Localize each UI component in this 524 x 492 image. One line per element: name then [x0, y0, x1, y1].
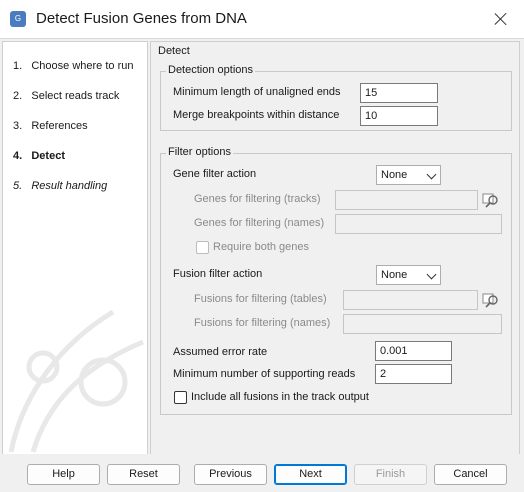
step-number: 4. — [13, 150, 23, 162]
genes-names-label: Genes for filtering (names) — [194, 217, 325, 229]
fusions-tables-input[interactable] — [343, 290, 478, 310]
min-supporting-reads-label: Minimum number of supporting reads — [173, 368, 356, 380]
include-all-fusions-checkbox[interactable] — [174, 391, 187, 404]
genes-names-input[interactable] — [335, 214, 502, 234]
chevron-down-icon — [426, 169, 437, 180]
merge-breakpoints-input[interactable]: 10 — [360, 106, 438, 126]
previous-button[interactable]: Previous — [194, 464, 267, 485]
step-select-reads-track[interactable]: 2. Select reads track — [13, 90, 119, 102]
close-icon[interactable] — [488, 6, 514, 32]
include-all-fusions-label: Include all fusions in the track output — [191, 391, 369, 403]
merge-breakpoints-label: Merge breakpoints within distance — [173, 109, 340, 121]
step-label: References — [31, 120, 88, 132]
step-detect[interactable]: 4. Detect — [13, 150, 65, 162]
browse-icon[interactable] — [482, 291, 500, 309]
next-button[interactable]: Next — [274, 464, 347, 485]
title-bar: G Detect Fusion Genes from DNA — [0, 0, 524, 38]
filter-options-legend: Filter options — [166, 146, 233, 158]
dialog-footer: Help Reset Previous Next Finish Cancel — [0, 454, 524, 492]
genes-tracks-input[interactable] — [335, 190, 478, 210]
fusions-names-label: Fusions for filtering (names) — [194, 317, 331, 329]
panel-title: Detect — [158, 45, 190, 57]
gene-filter-action-label: Gene filter action — [173, 168, 257, 180]
step-label: Select reads track — [31, 90, 120, 102]
chevron-down-icon — [426, 269, 437, 280]
genes-tracks-label: Genes for filtering (tracks) — [194, 193, 321, 205]
step-label: Choose where to run — [31, 60, 134, 72]
app-icon: G — [10, 11, 26, 27]
detect-panel: Detect Detection options Minimum length … — [150, 41, 520, 455]
detection-options-group: Detection options Minimum length of unal… — [160, 64, 512, 131]
step-references[interactable]: 3. References — [13, 120, 88, 132]
step-number: 1. — [13, 60, 23, 72]
error-rate-label: Assumed error rate — [173, 346, 268, 358]
fusions-names-input[interactable] — [343, 314, 502, 334]
require-both-genes-label: Require both genes — [213, 241, 310, 253]
reset-button[interactable]: Reset — [107, 464, 180, 485]
min-supporting-reads-input[interactable]: 2 — [375, 364, 452, 384]
step-label: Result handling — [31, 180, 108, 192]
fusion-filter-action-label: Fusion filter action — [173, 268, 263, 280]
min-unaligned-label: Minimum length of unaligned ends — [173, 86, 341, 98]
error-rate-input[interactable]: 0.001 — [375, 341, 452, 361]
browse-icon[interactable] — [482, 191, 500, 209]
gene-filter-action-value: None — [381, 169, 408, 181]
require-both-genes-checkbox[interactable] — [196, 241, 209, 254]
wizard-steps: 1. Choose where to run 2. Select reads t… — [2, 41, 148, 455]
step-number: 3. — [13, 120, 23, 132]
cancel-button[interactable]: Cancel — [434, 464, 507, 485]
fusion-filter-action-dropdown[interactable]: None — [376, 265, 441, 285]
fusions-tables-label: Fusions for filtering (tables) — [194, 293, 327, 305]
help-button[interactable]: Help — [27, 464, 100, 485]
step-number: 5. — [13, 180, 23, 192]
window-title: Detect Fusion Genes from DNA — [36, 10, 247, 27]
step-label: Detect — [31, 150, 65, 162]
dialog-content: 1. Choose where to run 2. Select reads t… — [0, 38, 524, 455]
filter-options-group: Filter options Gene filter action None G… — [160, 146, 512, 415]
fusion-filter-action-value: None — [381, 269, 408, 281]
step-choose-where-to-run[interactable]: 1. Choose where to run — [13, 60, 133, 72]
gene-filter-action-dropdown[interactable]: None — [376, 165, 441, 185]
step-result-handling[interactable]: 5. Result handling — [13, 180, 107, 192]
step-number: 2. — [13, 90, 23, 102]
finish-button[interactable]: Finish — [354, 464, 427, 485]
min-unaligned-input[interactable]: 15 — [360, 83, 438, 103]
detection-options-legend: Detection options — [166, 64, 255, 76]
watermark-logo — [8, 309, 144, 453]
